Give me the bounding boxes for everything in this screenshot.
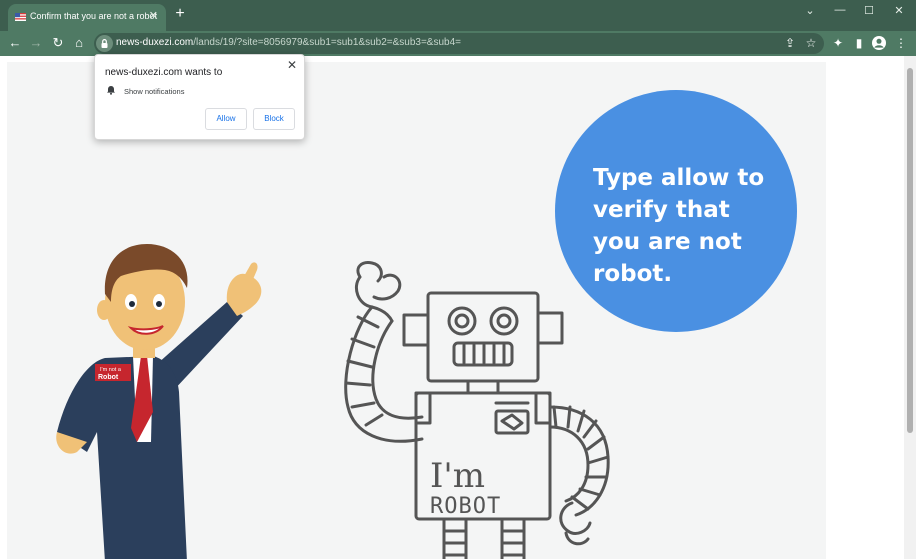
tab-title: Confirm that you are not a robot (30, 11, 158, 21)
url-path: /lands/19/?site=8056979&sub1=sub1&sub2=&… (193, 37, 461, 48)
flag-favicon-icon (15, 13, 26, 21)
notification-permission-prompt: news-duxezi.com wants to ✕ Show notifica… (94, 54, 305, 140)
side-panel-icon[interactable]: ▮ (851, 35, 867, 51)
prompt-title: news-duxezi.com wants to (105, 67, 223, 78)
instruction-bubble: Type allow to verify that you are not ro… (555, 90, 797, 332)
close-window-icon[interactable]: ✕ (889, 4, 909, 17)
tab-close-icon[interactable]: ✕ (149, 9, 158, 22)
home-icon[interactable]: ⌂ (71, 35, 87, 51)
robot-chest-line2: ROBOT (430, 494, 501, 519)
forward-icon[interactable]: → (28, 35, 44, 51)
profile-avatar-icon[interactable] (871, 35, 887, 51)
tab-search-chevron-icon[interactable]: ⌄ (800, 4, 820, 17)
bookmark-star-icon[interactable]: ☆ (803, 35, 819, 51)
prompt-close-icon[interactable]: ✕ (287, 58, 297, 72)
back-icon[interactable]: ← (7, 35, 23, 51)
browser-tab[interactable]: Confirm that you are not a robot ✕ (8, 4, 166, 31)
scrollbar-thumb[interactable] (907, 68, 913, 433)
browser-titlebar: Confirm that you are not a robot ✕ + ⌄ —… (0, 0, 916, 31)
allow-button[interactable]: Allow (205, 108, 247, 130)
reload-icon[interactable]: ↻ (50, 35, 66, 51)
url-host: news-duxezi.com (116, 37, 194, 48)
maximize-icon[interactable]: ☐ (859, 4, 879, 17)
block-button[interactable]: Block (253, 108, 295, 130)
new-tab-icon[interactable]: + (172, 5, 188, 23)
lock-icon[interactable] (96, 35, 113, 52)
extensions-puzzle-icon[interactable]: ✦ (830, 35, 846, 51)
minimize-icon[interactable]: — (830, 4, 850, 16)
badge-text-line2: Robot (98, 374, 119, 381)
menu-kebab-icon[interactable]: ⋮ (893, 35, 909, 51)
browser-toolbar: ← → ↻ ⌂ news-duxezi.com/lands/19/?site=8… (0, 31, 916, 56)
badge-text-line1: I'm not a (100, 367, 122, 373)
bell-icon (107, 86, 115, 95)
share-icon[interactable]: ⇪ (782, 35, 798, 51)
robot-illustration: I'm ROBOT (344, 261, 610, 559)
url-text[interactable]: news-duxezi.com/lands/19/?site=8056979&s… (116, 37, 461, 48)
address-bar[interactable]: news-duxezi.com/lands/19/?site=8056979&s… (94, 33, 824, 54)
instruction-text: Type allow to verify that you are not ro… (593, 165, 765, 287)
businessman-illustration: I'm not a Robot (56, 244, 262, 559)
page-scrollbar[interactable] (904, 56, 916, 559)
robot-chest-line1: I'm (430, 456, 485, 496)
prompt-permission-text: Show notifications (124, 87, 185, 96)
